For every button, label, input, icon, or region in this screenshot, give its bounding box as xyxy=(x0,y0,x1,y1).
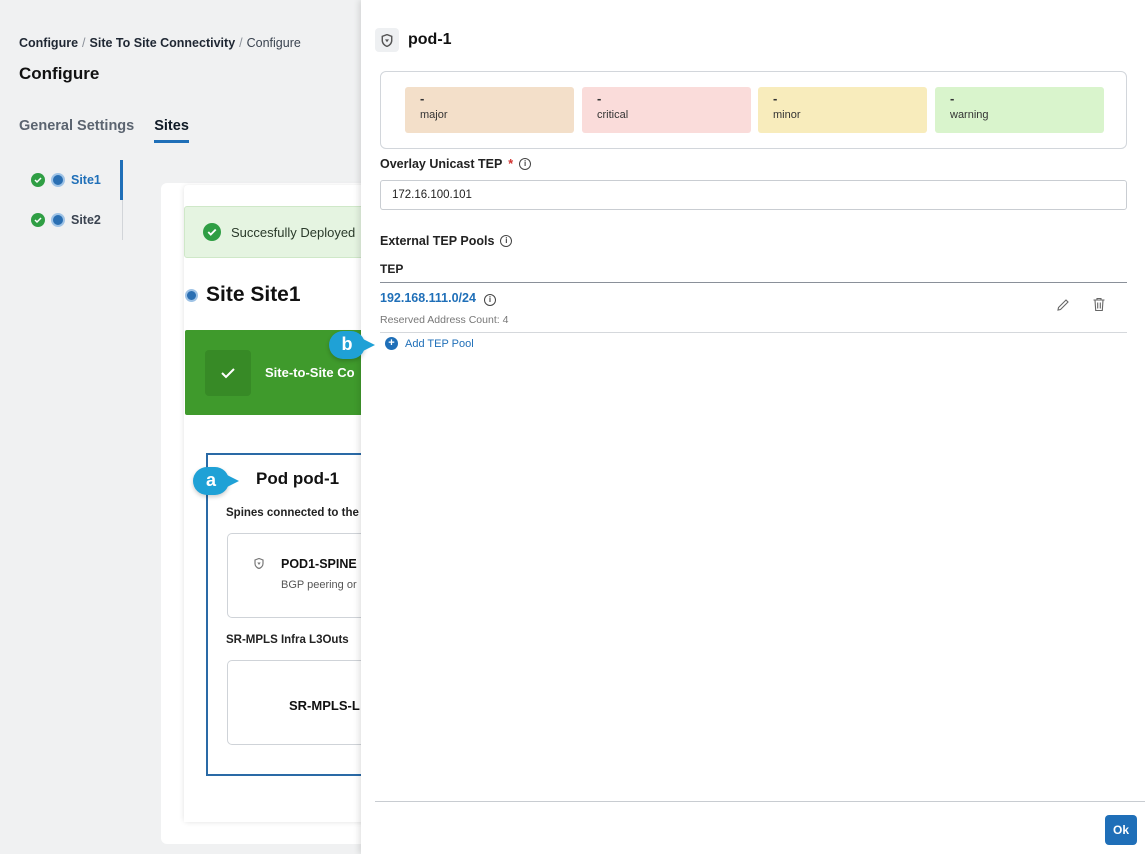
info-icon[interactable]: i xyxy=(500,235,513,247)
footer-divider xyxy=(375,801,1145,802)
fault-value: - xyxy=(773,91,778,106)
tep-pool-address[interactable]: 192.168.111.0/24 xyxy=(380,291,476,305)
site-icon xyxy=(51,173,65,187)
check-circle-icon xyxy=(31,213,45,227)
breadcrumb-configure[interactable]: Configure xyxy=(19,36,78,50)
info-icon[interactable]: i xyxy=(483,294,496,306)
external-tep-pools-text: External TEP Pools xyxy=(380,234,495,248)
site-nav-item-site1[interactable]: Site1 xyxy=(19,160,123,200)
site-nav: Site1 Site2 xyxy=(19,160,123,240)
tab-sites[interactable]: Sites xyxy=(154,118,189,143)
drawer-title: pod-1 xyxy=(408,31,452,48)
spine-subtitle: BGP peering or xyxy=(281,579,357,591)
fault-label: critical xyxy=(597,109,629,121)
fault-major: - major xyxy=(405,87,574,133)
spines-label: Spines connected to the xyxy=(226,507,359,519)
fault-value: - xyxy=(950,91,955,106)
banner-text: Succesfully Deployed xyxy=(231,224,356,240)
success-banner: Succesfully Deployed xyxy=(184,206,384,258)
ok-button[interactable]: Ok xyxy=(1105,815,1137,845)
srmpls-label: SR-MPLS Infra L3Outs xyxy=(226,634,349,646)
info-icon[interactable]: i xyxy=(519,158,532,170)
status-box-text: Site-to-Site Co xyxy=(265,365,355,380)
required-mark: * xyxy=(508,157,514,171)
site-icon xyxy=(51,213,65,227)
breadcrumb: Configure / Site To Site Connectivity / Conf… xyxy=(19,36,301,50)
external-tep-pools-label: External TEP Pools i xyxy=(380,234,513,248)
overlay-tep-input[interactable] xyxy=(380,180,1127,210)
pod-drawer: pod-1 - major - critical - minor - warni… xyxy=(361,0,1145,854)
drawer-header: pod-1 xyxy=(375,28,452,52)
fault-minor: - minor xyxy=(758,87,927,133)
pencil-icon[interactable] xyxy=(1056,298,1070,312)
site-heading: Site Site1 xyxy=(185,283,301,307)
check-icon xyxy=(205,349,251,396)
fault-value: - xyxy=(420,91,425,106)
tep-column-header: TEP xyxy=(380,262,404,276)
tep-pool-link[interactable]: 192.168.111.0/24 i xyxy=(380,290,496,306)
callout-a: a xyxy=(193,467,239,495)
add-tep-pool-button[interactable]: + Add TEP Pool xyxy=(385,337,474,350)
fault-label: warning xyxy=(950,109,989,121)
site-nav-label: Site1 xyxy=(71,173,101,187)
breadcrumb-site-to-site[interactable]: Site To Site Connectivity xyxy=(90,36,236,50)
breadcrumb-separator: / xyxy=(239,36,243,50)
trash-icon[interactable] xyxy=(1092,297,1106,312)
shield-icon xyxy=(375,28,399,52)
fault-warning: - warning xyxy=(935,87,1104,133)
reserved-address-count: Reserved Address Count: 4 xyxy=(380,314,509,326)
fault-label: minor xyxy=(773,109,801,121)
site-nav-label: Site2 xyxy=(71,213,101,227)
callout-b: b xyxy=(329,331,375,359)
overlay-tep-label: Overlay Unicast TEP * i xyxy=(380,157,532,171)
check-circle-icon xyxy=(31,173,45,187)
fault-label: major xyxy=(420,109,448,121)
page-title: Configure xyxy=(19,64,100,83)
fault-critical: - critical xyxy=(582,87,751,133)
breadcrumb-current: Configure xyxy=(246,36,301,50)
shield-icon xyxy=(254,558,264,569)
fault-summary: - major - critical - minor - warning xyxy=(380,71,1127,149)
fault-value: - xyxy=(597,91,602,106)
pod-title: Pod pod-1 xyxy=(256,469,340,488)
site-icon xyxy=(185,288,198,302)
add-tep-pool-label: Add TEP Pool xyxy=(405,337,474,350)
tab-general-settings[interactable]: General Settings xyxy=(19,118,134,143)
site-nav-item-site2[interactable]: Site2 xyxy=(19,200,123,240)
divider xyxy=(380,332,1127,333)
spine-name: POD1-SPINE xyxy=(281,557,357,571)
srmpls-name: SR-MPLS-L xyxy=(289,698,360,713)
check-circle-icon xyxy=(203,223,221,241)
plus-circle-icon: + xyxy=(385,337,398,350)
divider xyxy=(380,282,1127,283)
tab-bar: General Settings Sites xyxy=(19,118,189,143)
site-heading-text: Site Site1 xyxy=(206,283,301,306)
breadcrumb-separator: / xyxy=(82,36,86,50)
overlay-tep-label-text: Overlay Unicast TEP xyxy=(380,157,503,171)
